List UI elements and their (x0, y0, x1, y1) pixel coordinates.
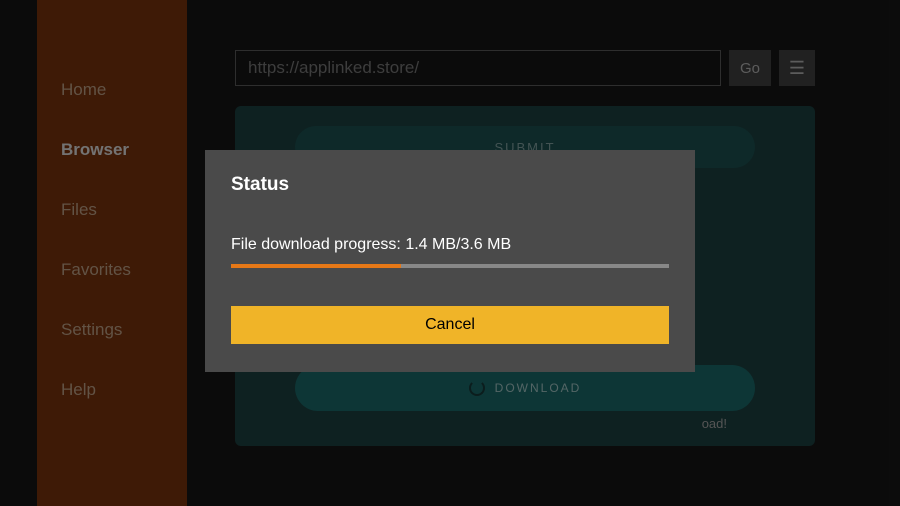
cancel-button[interactable]: Cancel (231, 306, 669, 344)
status-dialog: Status File download progress: 1.4 MB/3.… (205, 150, 695, 372)
progress-fill (231, 264, 401, 268)
progress-text: File download progress: 1.4 MB/3.6 MB (231, 236, 669, 254)
progress-bar (231, 264, 669, 268)
dialog-title: Status (231, 174, 669, 196)
